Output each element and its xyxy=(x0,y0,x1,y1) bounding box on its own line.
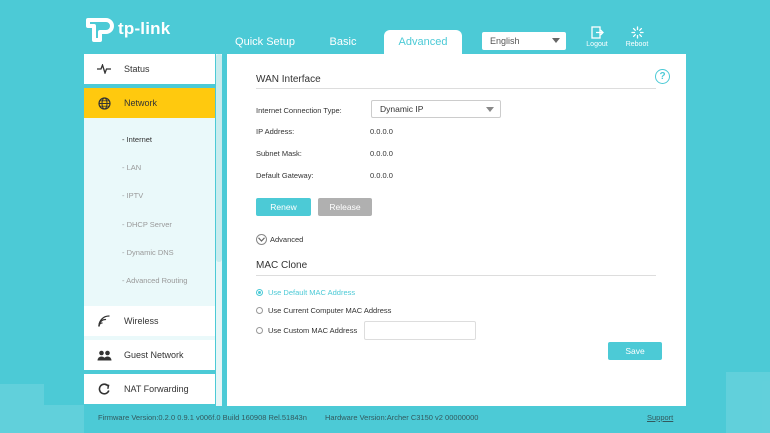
sidebar-subitem-internet[interactable]: - Internet xyxy=(122,135,152,144)
radio-button[interactable] xyxy=(256,327,263,334)
logout-icon xyxy=(590,26,604,39)
connection-type-label: Internet Connection Type: xyxy=(256,106,342,115)
radio-custom-mac[interactable]: Use Custom MAC Address xyxy=(256,326,357,335)
divider xyxy=(256,88,656,89)
help-icon[interactable]: ? xyxy=(655,69,670,84)
sidebar-item-label: Guest Network xyxy=(124,350,184,360)
subnet-mask-value: 0.0.0.0 xyxy=(370,149,393,158)
wan-interface-title: WAN Interface xyxy=(256,74,321,85)
connection-type-value: Dynamic IP xyxy=(380,104,424,114)
renew-label: Renew xyxy=(270,202,297,212)
scrollbar-thumb[interactable] xyxy=(216,54,222,262)
sidebar-subitem-dynamic-dns[interactable]: - Dynamic DNS xyxy=(122,248,174,257)
background-square xyxy=(44,405,84,433)
background-square xyxy=(0,384,44,433)
tab-advanced[interactable]: Advanced xyxy=(384,30,462,54)
tab-basic[interactable]: Basic xyxy=(318,30,368,54)
release-label: Release xyxy=(329,202,361,212)
tp-link-logo: tp-link xyxy=(84,14,170,44)
main-panel: WAN Interface ? Internet Connection Type… xyxy=(227,54,686,406)
sidebar-subitem-dhcp-server[interactable]: - DHCP Server xyxy=(122,220,172,229)
radio-button[interactable] xyxy=(256,289,263,296)
hardware-version: Hardware Version:Archer C3150 v2 0000000… xyxy=(325,413,479,422)
ip-address-value: 0.0.0.0 xyxy=(370,127,393,136)
default-gateway-value: 0.0.0.0 xyxy=(370,171,393,180)
help-glyph: ? xyxy=(659,71,666,82)
tab-label: Advanced xyxy=(398,36,448,48)
sidebar-item-network[interactable]: Network xyxy=(84,88,215,118)
sidebar-subitem-iptv[interactable]: - IPTV xyxy=(122,191,143,200)
save-button[interactable]: Save xyxy=(608,342,662,360)
radio-label: Use Default MAC Address xyxy=(268,288,356,297)
radio-button[interactable] xyxy=(256,307,263,314)
logout-label: Logout xyxy=(586,41,608,48)
tab-label: Basic xyxy=(329,36,357,48)
chevron-down-icon xyxy=(486,107,494,112)
radio-label: Use Custom MAC Address xyxy=(268,326,358,335)
sidebar-item-label: Network xyxy=(124,98,158,108)
renew-button[interactable]: Renew xyxy=(256,198,311,216)
sidebar-scrollbar[interactable] xyxy=(216,54,222,406)
custom-mac-input[interactable] xyxy=(364,321,476,340)
language-select[interactable]: English xyxy=(482,32,566,50)
tab-label: Quick Setup xyxy=(235,36,295,48)
default-gateway-label: Default Gateway: xyxy=(256,171,314,180)
sidebar-subitem-lan[interactable]: - LAN xyxy=(122,163,141,172)
sidebar: Status Network - Internet - LAN - IPTV -… xyxy=(84,54,224,406)
connection-type-select[interactable]: Dynamic IP xyxy=(371,100,501,118)
logo-text: tp-link xyxy=(118,19,171,38)
sidebar-item-label: Wireless xyxy=(124,316,159,326)
sidebar-item-label: Status xyxy=(124,64,150,74)
background-square xyxy=(726,372,770,433)
sidebar-subitem-advanced-routing[interactable]: - Advanced Routing xyxy=(122,276,187,285)
release-button[interactable]: Release xyxy=(318,198,372,216)
users-icon xyxy=(84,350,124,361)
subnet-mask-label: Subnet Mask: xyxy=(256,149,302,158)
chevron-down-icon xyxy=(256,234,267,245)
tp-link-logo-icon xyxy=(86,18,114,42)
radio-label: Use Current Computer MAC Address xyxy=(268,306,392,315)
reboot-label: Reboot xyxy=(625,41,649,48)
sidebar-item-label: NAT Forwarding xyxy=(124,384,189,394)
sidebar-item-wireless[interactable]: Wireless xyxy=(84,306,215,336)
chevron-down-icon xyxy=(552,38,560,43)
firmware-version: Firmware Version:0.2.0 0.9.1 v006f.0 Bui… xyxy=(98,413,307,422)
sidebar-item-status[interactable]: Status xyxy=(84,54,215,84)
support-link[interactable]: Support xyxy=(647,413,673,422)
radio-current-mac[interactable]: Use Current Computer MAC Address xyxy=(256,306,391,315)
globe-icon xyxy=(84,96,124,110)
ip-address-label: IP Address: xyxy=(256,127,295,136)
mac-clone-title: MAC Clone xyxy=(256,260,308,271)
wifi-icon xyxy=(84,315,124,327)
refresh-icon xyxy=(84,383,124,395)
sidebar-item-guest-network[interactable]: Guest Network xyxy=(84,340,215,370)
tab-quick-setup[interactable]: Quick Setup xyxy=(228,30,302,54)
save-label: Save xyxy=(625,346,645,356)
logout-button[interactable]: Logout xyxy=(579,26,615,48)
advanced-label: Advanced xyxy=(270,235,304,244)
reboot-button[interactable]: Reboot xyxy=(619,26,655,48)
divider xyxy=(256,275,656,276)
language-value: English xyxy=(490,36,520,46)
pulse-icon xyxy=(84,64,124,74)
reboot-icon xyxy=(630,26,644,39)
advanced-toggle[interactable]: Advanced xyxy=(256,234,303,245)
radio-default-mac[interactable]: Use Default MAC Address xyxy=(256,288,355,297)
sidebar-item-nat-forwarding[interactable]: NAT Forwarding xyxy=(84,374,215,404)
